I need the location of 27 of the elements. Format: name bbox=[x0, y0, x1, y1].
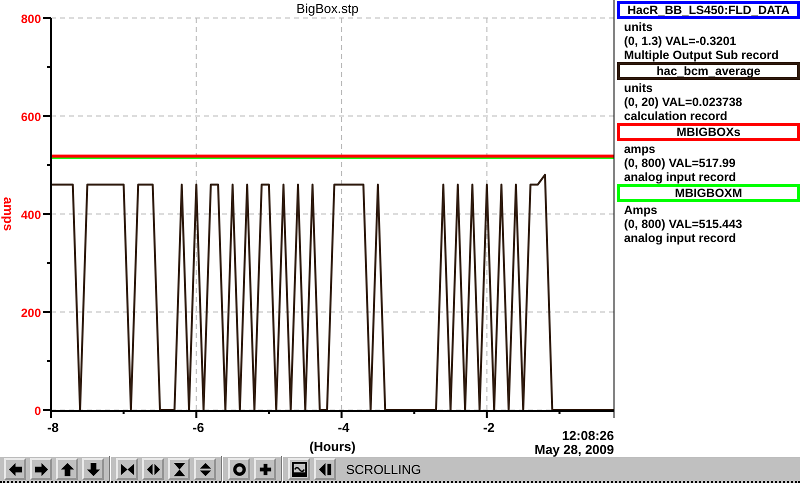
x-tick-label: -2 bbox=[483, 420, 495, 435]
x-tick-label: -6 bbox=[192, 420, 204, 435]
trace-range-value: (0, 800) VAL=517.99 bbox=[623, 156, 737, 170]
x-tick-label: -8 bbox=[47, 420, 59, 435]
trace-range-value: (0, 20) VAL=0.023738 bbox=[623, 95, 744, 109]
chart-title: BigBox.stp bbox=[296, 1, 359, 16]
timestamp-time: 12:08:26 bbox=[562, 428, 614, 443]
x-axis-title: (Hours) bbox=[309, 439, 356, 454]
trace-units: units bbox=[623, 20, 654, 34]
trace-record-type: analog input record bbox=[623, 231, 738, 245]
y-tick-label: 400 bbox=[20, 208, 41, 222]
trace-record-type: Multiple Output Sub record bbox=[623, 48, 780, 62]
trace-range-value: (0, 1.3) VAL=-0.3201 bbox=[623, 34, 738, 48]
x-tick-label: -4 bbox=[338, 420, 350, 435]
trace-range-value: (0, 800) VAL=515.443 bbox=[623, 217, 744, 231]
y-axis-title: amps bbox=[1, 197, 16, 231]
trace-record-type: calculation record bbox=[623, 109, 728, 123]
y-tick-label: 800 bbox=[20, 12, 41, 26]
y-tick-label: 600 bbox=[20, 110, 41, 124]
timestamp-date: May 28, 2009 bbox=[534, 442, 614, 457]
trace-units: units bbox=[623, 81, 654, 95]
trace-record-type: analog input record bbox=[623, 170, 738, 184]
trace-units: Amps bbox=[623, 203, 658, 217]
status-text: SCROLLING bbox=[346, 462, 422, 476]
y-tick-label: 0 bbox=[34, 404, 41, 418]
trace-units: amps bbox=[623, 142, 656, 156]
y-tick-label: 200 bbox=[20, 306, 41, 320]
